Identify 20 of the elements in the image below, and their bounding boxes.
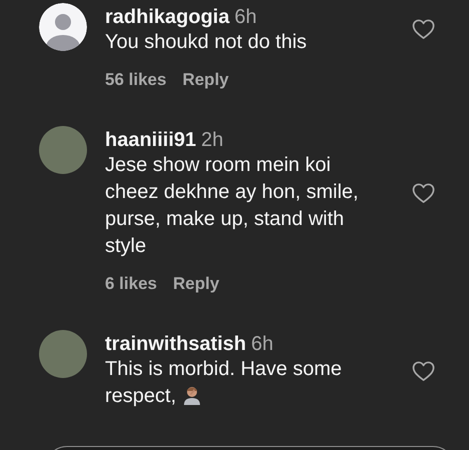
likes-count[interactable]: 56 likes <box>105 68 166 92</box>
avatar-photo-placeholder <box>39 330 87 378</box>
comment-text: This is morbid. Have some respect, <box>105 357 343 409</box>
likes-count[interactable]: 6 likes <box>105 272 157 296</box>
comment-text: Jese show room mein koi cheez dekhne ay hon, smile, purse, make up, stand with style <box>105 153 360 259</box>
heart-icon[interactable] <box>412 182 434 204</box>
username[interactable]: haaniiii91 <box>105 129 196 151</box>
comment-time: 6h <box>234 6 257 28</box>
comment-time: 2h <box>201 129 224 151</box>
heart-icon[interactable] <box>412 19 434 40</box>
username[interactable]: radhikagogia <box>105 6 230 28</box>
comment-time: 6h <box>251 333 274 355</box>
heart-icon[interactable] <box>412 360 434 382</box>
avatar-photo-placeholder <box>39 126 87 174</box>
comment-text: You shoukd not do this <box>105 30 308 55</box>
default-avatar-icon <box>39 3 87 51</box>
person-emoji-icon <box>182 385 202 405</box>
reply-link[interactable]: Reply <box>173 272 220 296</box>
username[interactable]: trainwithsatish <box>105 333 246 355</box>
reply-link[interactable]: Reply <box>182 68 229 92</box>
